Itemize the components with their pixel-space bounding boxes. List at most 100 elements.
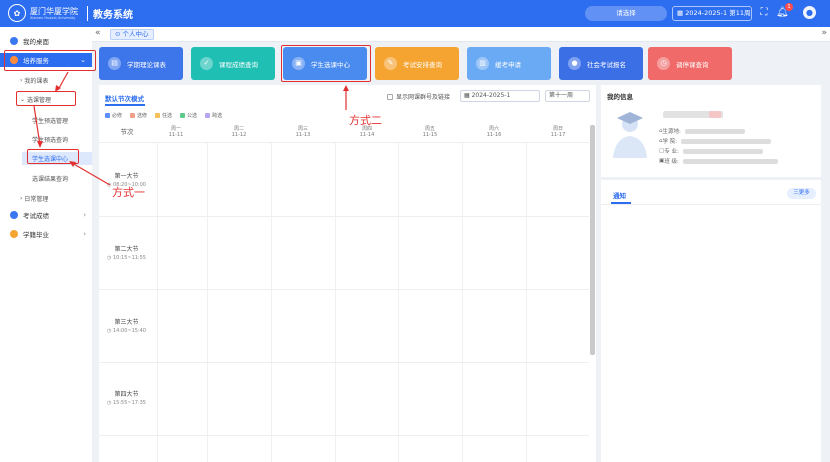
legend-swatch (105, 113, 110, 118)
period-row: 第三大节 ◷ 14:00~15:40 (99, 317, 154, 334)
shortcut-exam-arrangement[interactable]: ✎ 考试安排查询 (375, 47, 459, 80)
info-row-origin: ⌂ 生源地: (659, 127, 745, 135)
document-icon: ▥ (476, 57, 489, 70)
term-select[interactable]: ▦ 2024-2025-1 (460, 90, 540, 102)
top-search-select[interactable]: 请选择 (585, 6, 667, 21)
sidebar-item-desktop[interactable]: 我的桌面 (0, 34, 92, 48)
term-week-display[interactable]: ▦ 2024-2025-1 第11周 (672, 6, 752, 21)
period-time: ◷ 15:55~17:35 (107, 400, 146, 406)
info-label: 专 业: (664, 149, 679, 155)
week-select[interactable]: 第十一周 (545, 90, 590, 102)
tabs-scroll-right-icon[interactable]: » (821, 28, 827, 38)
logo-subtitle: Xiamen Huaxia University (30, 15, 76, 20)
period-time: ◷ 10:15~11:55 (107, 255, 146, 261)
day-header: 周五 11-15 (398, 126, 462, 138)
grid-line (398, 143, 399, 462)
shortcut-label: 学期理论课表 (127, 60, 166, 69)
logo: ✿ 厦门华厦学院 Xiamen Huaxia University 教务系统 (8, 4, 133, 22)
student-name-tag (709, 111, 721, 118)
legend-label: 跨选 (212, 113, 223, 119)
tab-underline (105, 104, 145, 106)
day-header: 周一 11-11 (144, 126, 208, 138)
legend-item: 任选 (155, 112, 172, 119)
exam-icon (10, 211, 18, 219)
sidebar-item-label: 学生预选管理 (32, 118, 69, 125)
grid-line (99, 362, 589, 363)
legend-label: 公选 (187, 113, 198, 119)
sidebar-item-daily-manage[interactable]: › 日常管理 (20, 192, 90, 205)
more-button[interactable]: 三更多 (787, 188, 816, 199)
fullscreen-icon[interactable]: ⛶ (758, 6, 770, 20)
schedule-header: 节次 周一 11-11 周二 11-12 周三 11-13 周四 11-14 周五 11-… (99, 123, 589, 143)
shortcut-social-exam[interactable]: ● 社会考试报名 (559, 47, 643, 80)
grid-line (99, 435, 589, 436)
tab-notice[interactable]: 通知 (613, 190, 626, 200)
sidebar-item-selection-result[interactable]: 选课结果查询 (32, 172, 102, 185)
info-row-college: ⌂ 学 院: (659, 137, 772, 145)
logo-text: 厦门华厦学院 (30, 6, 78, 16)
sidebar-item-label: 学生预选查询 (32, 137, 69, 144)
grid-line (526, 143, 527, 462)
sidebar-item-label: 考试成绩 (23, 212, 49, 220)
shortcut-label: 缓考申请 (495, 60, 521, 69)
shortcut-deferred-exam[interactable]: ▥ 缓考申请 (467, 47, 551, 80)
schedule-mode-tab[interactable]: 默认节次模式 (105, 93, 144, 103)
shortcut-class-adjust[interactable]: ◷ 调停课查询 (648, 47, 732, 80)
annotation-box-course-center (27, 149, 79, 164)
scrollbar[interactable] (590, 125, 595, 355)
shortcut-label: 考试安排查询 (403, 60, 442, 69)
grid-line (99, 289, 589, 290)
shortcut-label: 调停课查询 (676, 60, 709, 69)
period-name: 第三大节 (114, 319, 139, 326)
user-avatar[interactable]: ● (803, 6, 816, 19)
shortcut-term-schedule[interactable]: ▤ 学期理论课表 (99, 47, 183, 80)
graduate-avatar-icon (613, 112, 647, 158)
period-row: 第四大节 ◷ 15:55~17:35 (99, 389, 154, 406)
annotation-box-course-selection (16, 91, 76, 106)
calendar-icon: ▤ (108, 57, 121, 70)
divider (601, 204, 821, 205)
legend-swatch (205, 113, 211, 118)
period-name: 第四大节 (114, 391, 139, 398)
tab-personal-center[interactable]: ⊙ 个人中心 (110, 29, 154, 40)
notice-panel: 通知 三更多 (601, 180, 821, 462)
sidebar-item-my-schedule[interactable]: › 我的课表 (20, 74, 90, 87)
notification-badge: 1 (785, 3, 793, 11)
grade-icon: ✓ (200, 57, 213, 70)
desktop-icon (10, 37, 18, 45)
collapse-sidebar-icon[interactable]: « (95, 28, 101, 38)
my-info-panel: 我的信息 ⌂ 生源地: ⌂ 学 院: ▢ 专 业: ▣ 班 级: (601, 85, 821, 177)
day-header: 周六 11-16 (462, 126, 526, 138)
grid-line (99, 216, 589, 217)
info-row-major: ▢ 专 业: (659, 147, 763, 155)
sidebar-item-exam-score[interactable]: 考试成绩 › (0, 208, 92, 222)
period-time-value: 10:15~11:55 (112, 255, 146, 261)
annotation-method-2: 方式二 (349, 114, 382, 127)
shortcut-grade-query[interactable]: ✓ 课程成绩查询 (191, 47, 275, 80)
sidebar-item-pre-selection-manage[interactable]: 学生预选管理 (32, 114, 102, 127)
sidebar-item-label: 日常管理 (24, 196, 49, 203)
sidebar-item-pre-selection-query[interactable]: 学生预选查询 (32, 133, 102, 146)
grid-line (462, 143, 463, 462)
system-title: 教务系统 (87, 5, 133, 21)
schedule-panel: 默认节次模式 显示网课群号及链接 ▦ 2024-2025-1 第十一周 必修 选… (99, 85, 596, 462)
period-row: 第二大节 ◷ 10:15~11:55 (99, 244, 154, 261)
info-row-class: ▣ 班 级: (659, 157, 778, 165)
sidebar-item-label: 学籍毕业 (23, 231, 49, 239)
day-date: 11-11 (168, 132, 184, 138)
show-link-option[interactable]: 显示网课群号及链接 (387, 92, 450, 101)
redacted-value (682, 148, 763, 154)
legend-item: 选修 (130, 112, 147, 119)
legend-item: 必修 (105, 112, 122, 119)
chevron-right-icon: › (83, 230, 86, 238)
sidebar-item-graduation[interactable]: 学籍毕业 › (0, 227, 92, 241)
term-value: 2024-2025-1 (471, 92, 511, 99)
register-icon: ● (568, 57, 581, 70)
exam-arrangement-icon: ✎ (384, 57, 397, 70)
tag-bar: « ⊙ 个人中心 » (92, 27, 830, 42)
legend-label: 任选 (162, 113, 173, 119)
checkbox[interactable] (387, 93, 393, 100)
chevron-right-icon: › (83, 211, 86, 219)
day-date: 11-12 (231, 132, 247, 138)
info-label: 生源地: (662, 129, 681, 135)
